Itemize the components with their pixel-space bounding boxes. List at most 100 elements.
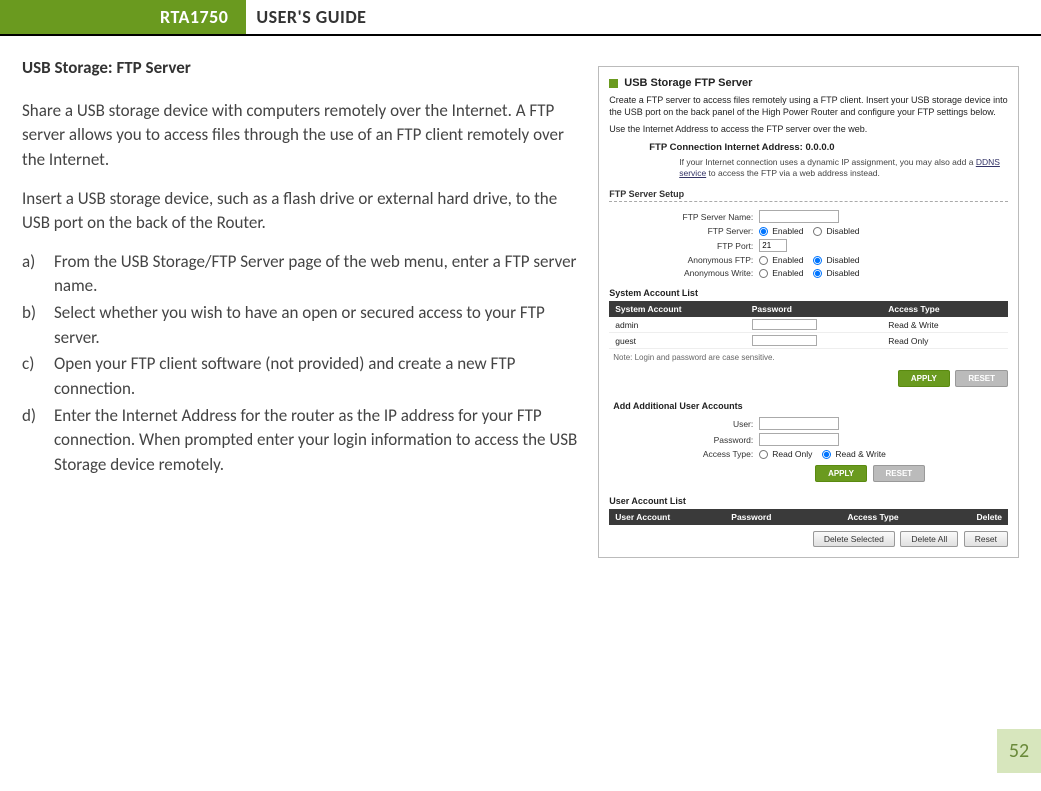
sc-title-row: USB Storage FTP Server (609, 77, 1008, 89)
sc-title: USB Storage FTP Server (624, 77, 752, 89)
ftp-port-input[interactable] (759, 239, 787, 252)
header-model-badge: RTA1750 (0, 0, 246, 34)
col-password: Password (731, 512, 847, 522)
server-name-input[interactable] (759, 210, 839, 223)
sc-connection-note: If your Internet connection uses a dynam… (679, 157, 1008, 179)
step-a: a) From the USB Storage/FTP Server page … (22, 250, 580, 299)
anon-write-enabled-radio[interactable] (759, 269, 768, 278)
anon-write-disabled-radio[interactable] (813, 269, 822, 278)
add-user-input[interactable] (759, 417, 839, 430)
user-account-list-head: User Account List (609, 496, 1008, 506)
cell-account: guest (615, 336, 752, 346)
cell-access: Read & Write (888, 320, 1002, 330)
sc-connection-address: FTP Connection Internet Address: 0.0.0.0 (649, 142, 1008, 153)
disabled-label: Disabled (826, 268, 859, 278)
add-password-input[interactable] (759, 433, 839, 446)
square-icon (609, 79, 618, 88)
anon-ftp-label: Anonymous FTP: (609, 255, 759, 265)
row-add-user: User: (609, 417, 1008, 430)
intro-paragraph-1: Share a USB storage device with computer… (22, 99, 580, 173)
user-account-table-head: User Account Password Access Type Delete (609, 509, 1008, 525)
enabled-label: Enabled (772, 226, 803, 236)
add-user-accounts-head: Add Additional User Accounts (613, 401, 1008, 411)
page-header: RTA1750 USER'S GUIDE (0, 0, 1041, 36)
row-add-password: Password: (609, 433, 1008, 446)
apply-reset-row-2: APPLY RESET (609, 465, 1008, 482)
page-number: 52 (997, 729, 1041, 773)
delete-selected-button[interactable]: Delete Selected (813, 531, 895, 547)
anon-ftp-disabled-radio[interactable] (813, 256, 822, 265)
reset-button[interactable]: RESET (873, 465, 926, 482)
step-c: c) Open your FTP client software (not pr… (22, 352, 580, 401)
system-account-table-head: System Account Password Access Type (609, 301, 1008, 317)
ftp-server-setup-head: FTP Server Setup (609, 189, 1008, 202)
ftp-port-label: FTP Port: (609, 241, 759, 251)
note-part2: to access the FTP via a web address inst… (706, 168, 880, 178)
step-marker: c) (22, 352, 54, 401)
add-password-label: Password: (609, 435, 759, 445)
cell-account: admin (615, 320, 752, 330)
enabled-label: Enabled (772, 268, 803, 278)
disabled-label: Disabled (826, 226, 859, 236)
ftp-server-disabled-radio[interactable] (813, 227, 822, 236)
col-access-type: Access Type (847, 512, 944, 522)
row-anon-ftp: Anonymous FTP: Enabled Disabled (609, 255, 1008, 265)
row-add-access-type: Access Type: Read Only Read & Write (609, 449, 1008, 459)
ftp-server-label: FTP Server: (609, 226, 759, 236)
row-ftp-server: FTP Server: Enabled Disabled (609, 226, 1008, 236)
step-marker: a) (22, 250, 54, 299)
step-text: Enter the Internet Address for the route… (54, 404, 580, 478)
col-user-account: User Account (615, 512, 731, 522)
read-only-label: Read Only (772, 449, 812, 459)
server-name-label: FTP Server Name: (609, 212, 759, 222)
sc-subtext: Use the Internet Address to access the F… (609, 124, 1008, 134)
col-delete: Delete (944, 512, 1002, 522)
reset-button[interactable]: Reset (964, 531, 1008, 547)
anon-write-label: Anonymous Write: (609, 268, 759, 278)
step-d: d) Enter the Internet Address for the ro… (22, 404, 580, 478)
step-marker: b) (22, 301, 54, 350)
steps-list: a) From the USB Storage/FTP Server page … (22, 250, 580, 478)
cell-access: Read Only (888, 336, 1002, 346)
table-row: guest Read Only (609, 333, 1008, 349)
reset-button[interactable]: RESET (955, 370, 1008, 387)
header-guide-title: USER'S GUIDE (246, 0, 366, 34)
row-ftp-port: FTP Port: (609, 239, 1008, 252)
system-account-list-head: System Account List (609, 288, 1008, 298)
page-content: USB Storage: FTP Server Share a USB stor… (0, 56, 1041, 558)
step-marker: d) (22, 404, 54, 478)
table-row: admin Read & Write (609, 317, 1008, 333)
access-read-write-radio[interactable] (822, 450, 831, 459)
row-anon-write: Anonymous Write: Enabled Disabled (609, 268, 1008, 278)
apply-button[interactable]: APPLY (815, 465, 867, 482)
router-ui-screenshot: USB Storage FTP Server Create a FTP serv… (598, 66, 1019, 558)
apply-button[interactable]: APPLY (898, 370, 950, 387)
note-part1: If your Internet connection uses a dynam… (679, 157, 976, 167)
user-account-buttons: Delete Selected Delete All Reset (609, 531, 1008, 547)
sc-description: Create a FTP server to access files remo… (609, 95, 1008, 118)
disabled-label: Disabled (826, 255, 859, 265)
enabled-label: Enabled (772, 255, 803, 265)
col-password: Password (752, 304, 889, 314)
add-user-label: User: (609, 419, 759, 429)
step-text: Select whether you wish to have an open … (54, 301, 580, 350)
col-access-type: Access Type (888, 304, 1002, 314)
row-server-name: FTP Server Name: (609, 210, 1008, 223)
add-access-type-label: Access Type: (609, 449, 759, 459)
ftp-server-enabled-radio[interactable] (759, 227, 768, 236)
col-system-account: System Account (615, 304, 752, 314)
step-b: b) Select whether you wish to have an op… (22, 301, 580, 350)
anon-ftp-enabled-radio[interactable] (759, 256, 768, 265)
delete-all-button[interactable]: Delete All (900, 531, 958, 547)
case-sensitive-note: Note: Login and password are case sensit… (613, 353, 1008, 362)
section-title: USB Storage: FTP Server (22, 56, 580, 81)
intro-paragraph-2: Insert a USB storage device, such as a f… (22, 187, 580, 236)
read-write-label: Read & Write (835, 449, 885, 459)
cell-password-input[interactable] (752, 319, 817, 330)
cell-password-input[interactable] (752, 335, 817, 346)
step-text: From the USB Storage/FTP Server page of … (54, 250, 580, 299)
step-text: Open your FTP client software (not provi… (54, 352, 580, 401)
access-read-only-radio[interactable] (759, 450, 768, 459)
apply-reset-row-1: APPLY RESET (609, 370, 1008, 387)
text-column: USB Storage: FTP Server Share a USB stor… (22, 56, 580, 558)
